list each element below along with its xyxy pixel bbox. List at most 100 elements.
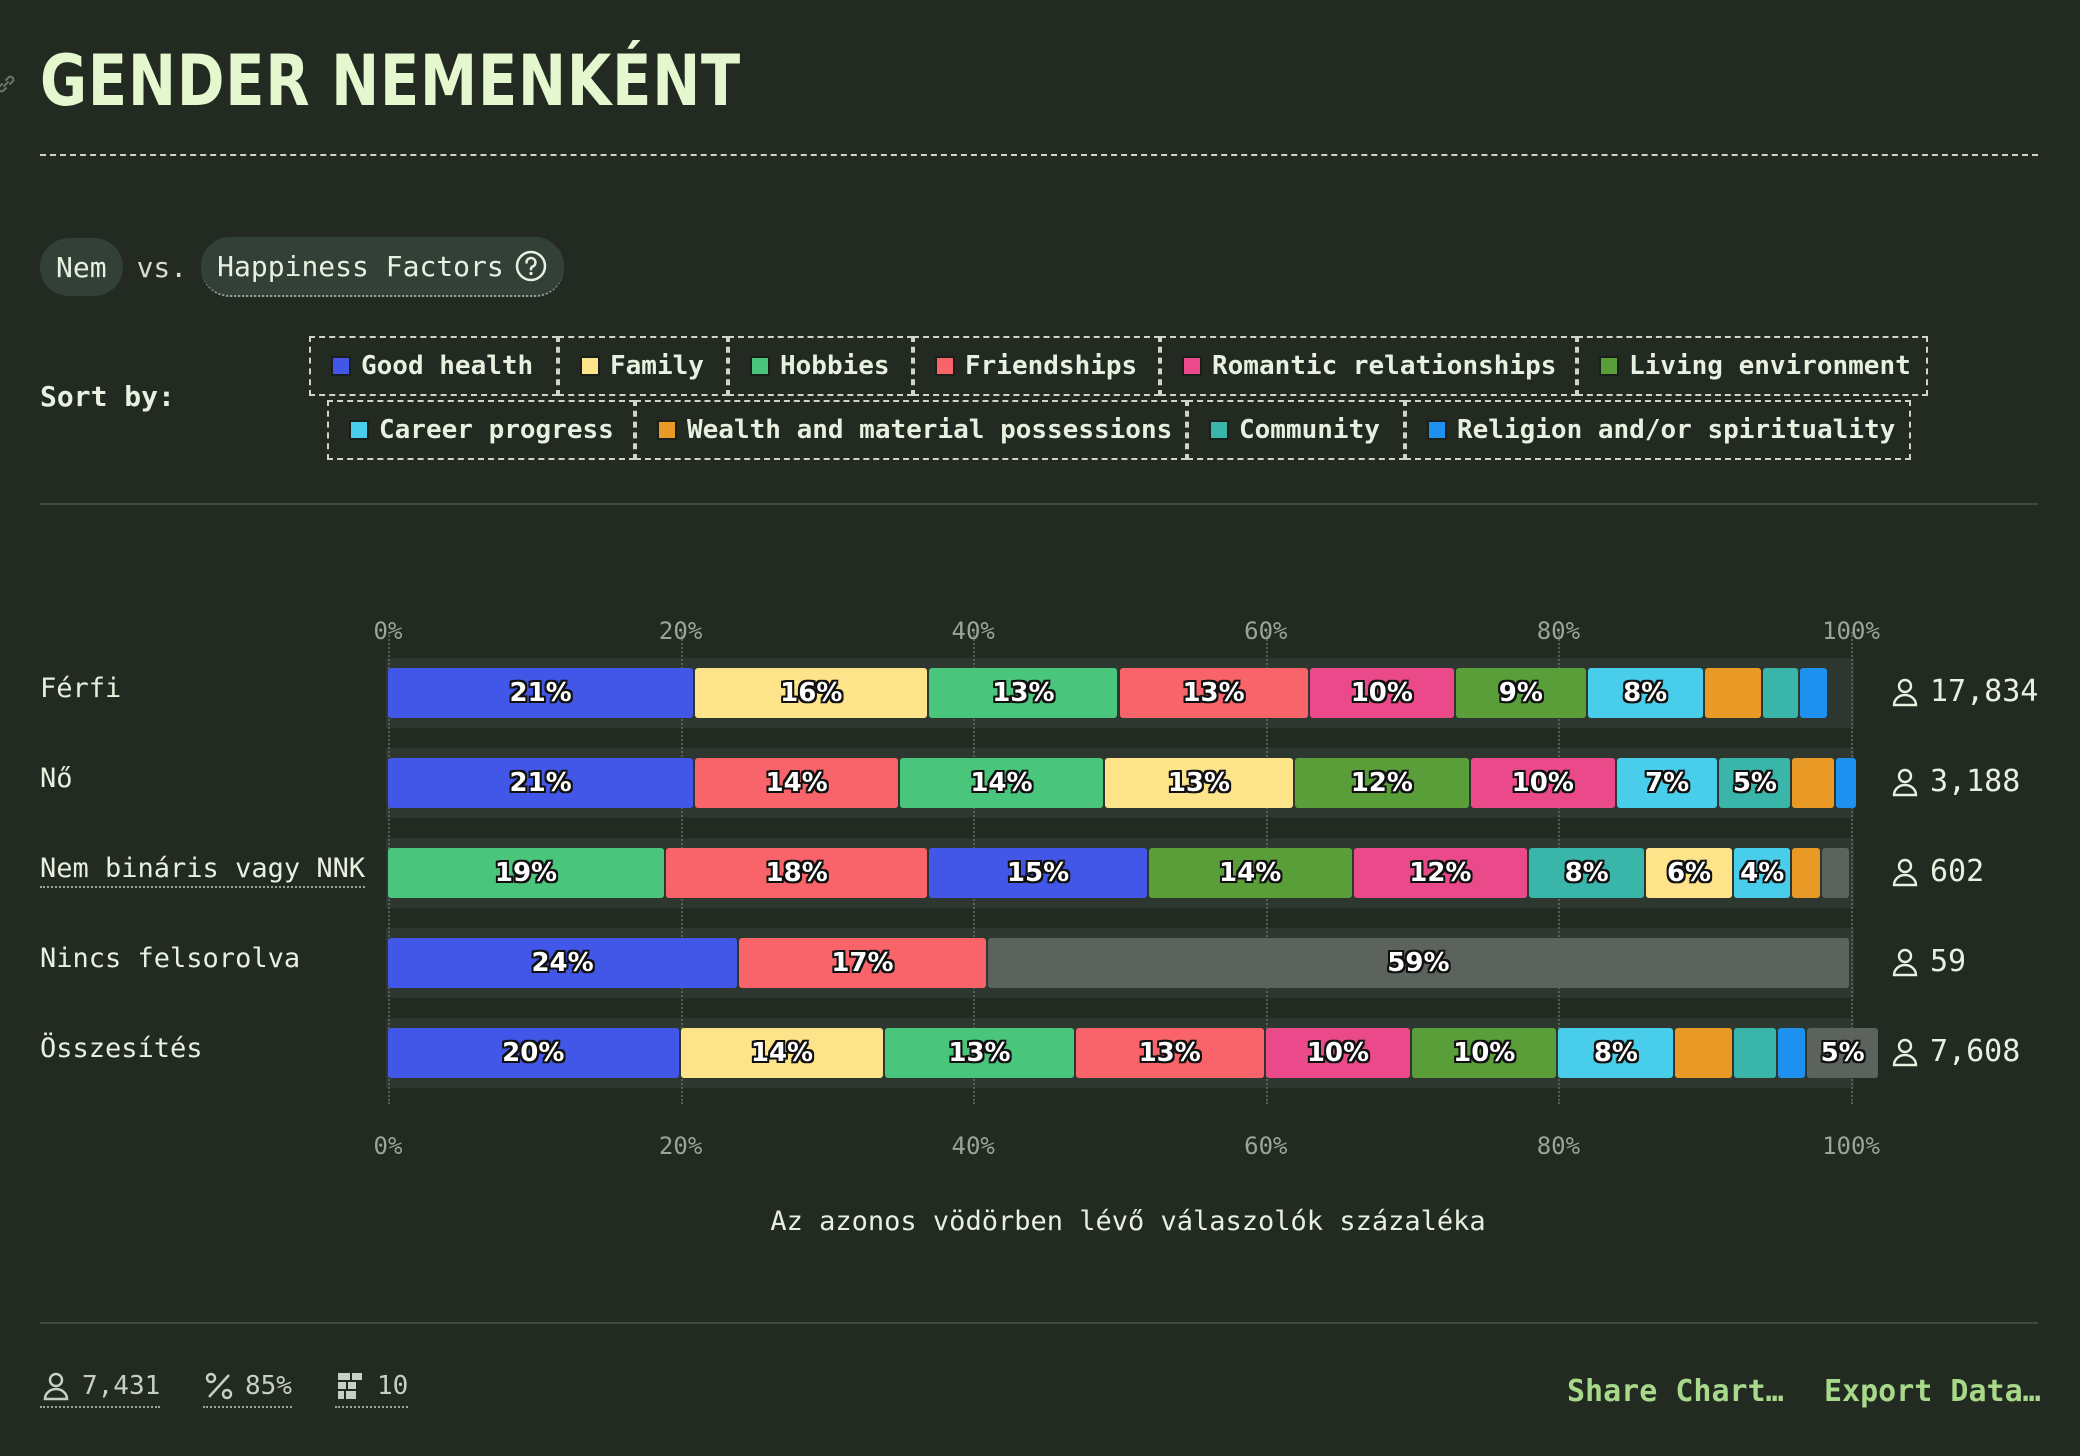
sort-chip-good-health[interactable]: Good health — [309, 336, 558, 396]
bar-segment-good-health[interactable]: 15% — [929, 848, 1147, 898]
sort-chip-living[interactable]: Living environment — [1577, 336, 1928, 396]
bar-segment-living[interactable]: 9% — [1455, 668, 1586, 718]
bar-segment-wealth[interactable] — [1704, 668, 1762, 718]
divider — [40, 503, 2038, 505]
bar-segment-good-health[interactable]: 21% — [388, 668, 694, 718]
percent-stat[interactable]: 85% — [203, 1370, 292, 1408]
data-label: 10% — [1453, 1038, 1516, 1068]
data-label: 4% — [1740, 858, 1785, 888]
sort-chip-friendships[interactable]: Friendships — [913, 336, 1160, 396]
x-tick-label-bottom: 40% — [951, 1132, 995, 1160]
bar-segment-wealth[interactable] — [1792, 848, 1820, 898]
data-label: 8% — [1623, 678, 1668, 708]
bar-segment-hobbies[interactable]: 13% — [929, 668, 1118, 718]
bar-segment-career[interactable]: 8% — [1587, 668, 1703, 718]
data-label: 14% — [1219, 858, 1282, 888]
row-label: Férfi — [40, 673, 122, 704]
help-icon[interactable] — [514, 249, 548, 283]
bar-segment-community[interactable] — [1733, 1028, 1776, 1078]
bar-segment-living[interactable]: 14% — [1148, 848, 1352, 898]
bar-segment-romantic[interactable]: 10% — [1309, 668, 1454, 718]
bar-segment-community[interactable]: 5% — [1719, 758, 1791, 808]
data-label: 14% — [750, 1038, 814, 1068]
respondent-count: 7,608 — [1890, 1034, 2020, 1069]
factors-stat[interactable]: 10 — [335, 1370, 409, 1408]
sort-chip-romantic[interactable]: Romantic relationships — [1160, 336, 1577, 396]
bar-segment-friendships[interactable]: 17% — [739, 938, 986, 988]
bar-segment-other[interactable]: 59% — [987, 938, 1849, 988]
bar-segment-good-health[interactable]: 24% — [388, 938, 738, 988]
bar-segment-other[interactable] — [1821, 848, 1849, 898]
data-label: 13% — [948, 1038, 1011, 1068]
bar-segment-romantic[interactable]: 10% — [1470, 758, 1615, 808]
respondent-count-value: 7,608 — [1930, 1034, 2021, 1069]
respondents-stat[interactable]: 7,431 — [40, 1370, 161, 1408]
bar-segment-religion[interactable] — [1836, 758, 1857, 808]
sort-chip-label: Living environment — [1629, 351, 1911, 381]
dimension-pill[interactable]: Nem — [40, 238, 123, 296]
bar-segment-hobbies[interactable]: 14% — [900, 758, 1103, 808]
bar-segment-friendships[interactable]: 18% — [665, 848, 928, 898]
data-label: 17% — [831, 948, 894, 978]
bar-segment-family[interactable]: 14% — [680, 1028, 884, 1078]
bar-segment-romantic[interactable]: 10% — [1265, 1028, 1411, 1078]
sort-chip-community[interactable]: Community — [1187, 400, 1405, 460]
bar-segment-career[interactable]: 4% — [1733, 848, 1791, 898]
person-icon — [1892, 678, 1918, 706]
data-label: 13% — [1138, 1038, 1201, 1068]
share-chart-link[interactable]: Share Chart… — [1567, 1374, 1784, 1409]
bar-segment-good-health[interactable]: 21% — [388, 758, 694, 808]
bar-segment-living[interactable]: 10% — [1412, 1028, 1557, 1078]
bar-segment-romantic[interactable]: 12% — [1353, 848, 1528, 898]
bar-segment-family[interactable]: 6% — [1646, 848, 1732, 898]
respondents-value: 7,431 — [82, 1371, 161, 1401]
sort-chip-hobbies[interactable]: Hobbies — [728, 336, 913, 396]
factors-value: 10 — [377, 1371, 409, 1401]
respondent-count-value: 17,834 — [1930, 674, 2039, 709]
x-tick-label-top: 20% — [658, 617, 703, 645]
bar-segment-community[interactable]: 8% — [1529, 848, 1645, 898]
bar-segment-hobbies[interactable]: 13% — [885, 1028, 1074, 1078]
bar-segment-friendships[interactable]: 14% — [695, 758, 899, 808]
bar-segment-religion[interactable] — [1799, 668, 1828, 718]
data-label: 8% — [1593, 1038, 1638, 1068]
bar-segment-religion[interactable] — [1777, 1028, 1806, 1078]
x-tick-label-bottom: 20% — [658, 1132, 703, 1160]
bar-segment-friendships[interactable]: 13% — [1119, 668, 1308, 718]
link-icon[interactable] — [0, 72, 18, 96]
export-data-link[interactable]: Export Data… — [1824, 1374, 2041, 1409]
bar-segment-family[interactable]: 16% — [695, 668, 928, 718]
bar-segment-family[interactable]: 13% — [1104, 758, 1294, 808]
sort-chip-religion[interactable]: Religion and/or spirituality — [1405, 400, 1911, 460]
person-icon — [1892, 1038, 1918, 1066]
bar-segment-community[interactable] — [1763, 668, 1798, 718]
legend-swatch — [1209, 420, 1229, 440]
respondent-count: 602 — [1890, 854, 1984, 889]
row-label[interactable]: Nem bináris vagy NNK — [40, 853, 366, 888]
factor-pill[interactable]: Happiness Factors — [201, 237, 564, 297]
bar-segment-hobbies[interactable]: 19% — [388, 848, 664, 898]
legend-swatch — [750, 356, 770, 376]
sort-chip-career[interactable]: Career progress — [327, 400, 635, 460]
bar-segment-friendships[interactable]: 13% — [1075, 1028, 1264, 1078]
bar-segment-career[interactable]: 8% — [1558, 1028, 1674, 1078]
sort-chip-family[interactable]: Family — [558, 336, 728, 396]
legend-swatch — [1182, 356, 1202, 376]
person-icon — [1892, 768, 1918, 796]
bar-segment-wealth[interactable] — [1675, 1028, 1732, 1078]
bar-segment-living[interactable]: 12% — [1295, 758, 1469, 808]
sort-chip-label: Hobbies — [780, 351, 890, 381]
legend-swatch — [935, 356, 955, 376]
bar-segment-good-health[interactable]: 20% — [388, 1028, 679, 1078]
sort-chip-wealth[interactable]: Wealth and material possessions — [635, 400, 1187, 460]
sort-chip-label: Religion and/or spirituality — [1457, 415, 1896, 445]
row-label: Nő — [40, 763, 73, 794]
legend-swatch — [1427, 420, 1447, 440]
data-label: 12% — [1409, 858, 1472, 888]
data-label: 14% — [765, 768, 828, 798]
bar-segment-wealth[interactable] — [1792, 758, 1835, 808]
x-tick-label-top: 100% — [1822, 617, 1880, 645]
bar-segment-career[interactable]: 7% — [1616, 758, 1718, 808]
data-label: 7% — [1645, 768, 1690, 798]
bar-segment-other[interactable]: 5% — [1807, 1028, 1879, 1078]
